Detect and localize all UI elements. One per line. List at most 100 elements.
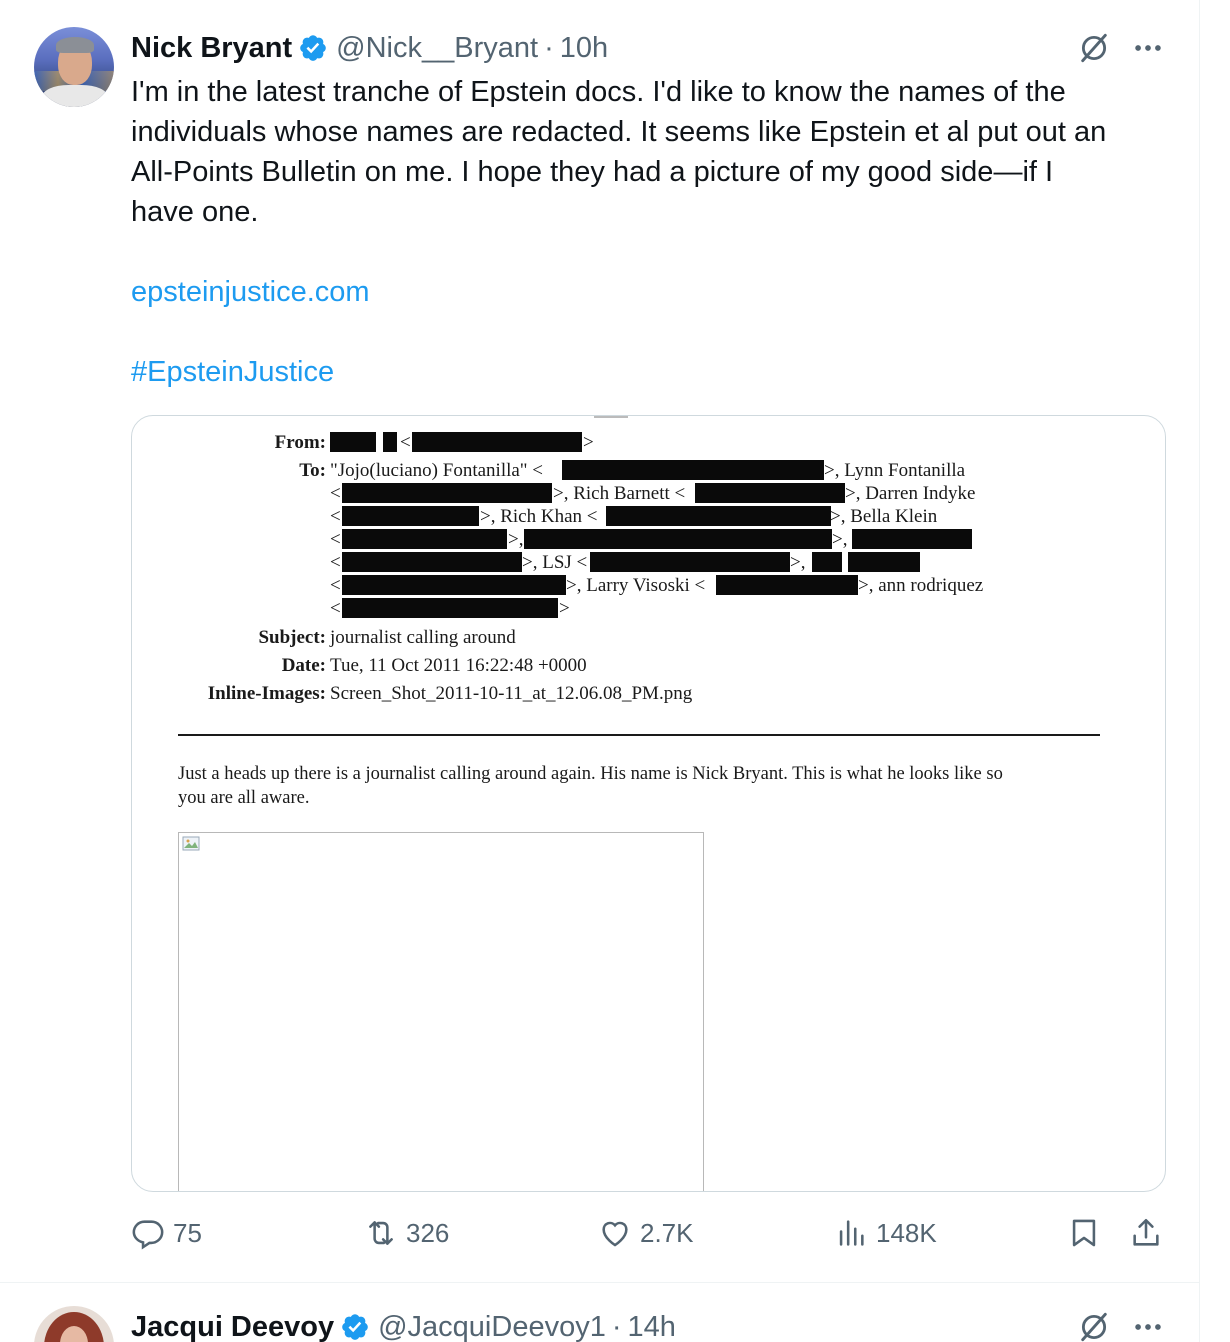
bookmark-button[interactable]	[1067, 1216, 1109, 1250]
tweet-header: Nick Bryant @Nick__Bryant · 10h	[131, 28, 608, 68]
share-button[interactable]	[1129, 1216, 1171, 1250]
doc-inline: Screen_Shot_2011-10-11_at_12.06.08_PM.pn…	[330, 683, 693, 704]
doc-subject-label: Subject:	[258, 627, 326, 648]
avatar-hair	[56, 37, 94, 53]
redaction-block	[342, 529, 507, 549]
link-row: epsteinjustice.com	[131, 272, 1181, 312]
like-button[interactable]: 2.7K	[598, 1216, 694, 1250]
doc-date-label: Date:	[281, 655, 326, 676]
doc-bracket: >	[583, 432, 594, 453]
doc-body-line: Just a heads up there is a journalist ca…	[178, 764, 1003, 784]
redaction-block	[383, 432, 397, 452]
doc-inline-label: Inline-Images:	[207, 683, 326, 704]
redaction-block	[342, 506, 479, 526]
redaction-block	[562, 460, 824, 480]
doc-punct: >,	[508, 529, 524, 550]
timestamp[interactable]: 14h	[628, 1311, 676, 1342]
doc-bracket: <	[330, 552, 341, 573]
repost-count: 326	[406, 1217, 450, 1248]
doc-edge-mark	[594, 416, 628, 418]
hashtag-row: #EpsteinJustice	[131, 352, 1181, 392]
author-handle[interactable]: @JacquiDeevoy1	[378, 1311, 606, 1342]
doc-recipient: >, LSJ <	[522, 552, 588, 573]
redaction-block	[412, 432, 582, 452]
redaction-block	[812, 552, 842, 572]
doc-recipient: >, Darren Indyke	[845, 483, 976, 504]
doc-bracket: <	[330, 529, 341, 550]
separator-dot: ·	[544, 31, 554, 64]
doc-subject: journalist calling around	[330, 627, 516, 648]
doc-bracket: <	[400, 432, 411, 453]
views-icon	[839, 1220, 864, 1246]
redaction-block	[342, 598, 558, 618]
views-button[interactable]: 148K	[834, 1216, 937, 1250]
tweet-text-line: All-Points Bulletin on me. I hope they h…	[131, 156, 1054, 188]
reply-count: 75	[173, 1217, 202, 1248]
avatar-shirt	[42, 85, 108, 107]
doc-punct: >,	[832, 529, 848, 550]
tweet-text-line: I'm in the latest tranche of Epstein doc…	[131, 76, 1066, 108]
redaction-block	[590, 552, 790, 572]
tweet-actions: 75 326 2.7K 148K	[131, 1216, 1171, 1260]
doc-recipient: >, Larry Visoski <	[566, 575, 706, 596]
redaction-block	[342, 552, 522, 572]
separator-dot: ·	[611, 1310, 622, 1342]
doc-from-label: From:	[274, 432, 326, 453]
email-document-image: From: < > To: "Jojo(luciano) Fontanilla"…	[132, 416, 1165, 1191]
tweet-header: Jacqui Deevoy @JacquiDeevoy1 · 14h	[131, 1307, 676, 1342]
doc-bracket: <	[330, 598, 341, 619]
redaction-block	[852, 529, 972, 549]
doc-punct: >,	[790, 552, 806, 573]
grok-icon[interactable]	[1077, 1310, 1111, 1342]
reply-icon	[132, 1220, 164, 1250]
redaction-block	[695, 483, 845, 503]
doc-bracket: <	[330, 575, 341, 596]
tweet-hashtag[interactable]: #EpsteinJustice	[131, 356, 334, 388]
redaction-block	[606, 506, 831, 526]
views-count: 148K	[876, 1217, 937, 1248]
redaction-block	[342, 483, 552, 503]
timestamp[interactable]: 10h	[560, 32, 608, 65]
broken-image-icon	[182, 836, 200, 851]
redaction-block	[716, 575, 858, 595]
doc-bracket: <	[330, 483, 341, 504]
doc-recipient: >, Bella Klein	[830, 506, 938, 527]
tweet-text-line: have one.	[131, 196, 259, 228]
author-name[interactable]: Jacqui Deevoy	[131, 1311, 334, 1342]
doc-bracket: <	[330, 506, 341, 527]
doc-recipient: >, Rich Barnett <	[553, 483, 686, 504]
share-icon	[1133, 1218, 1159, 1246]
grok-icon[interactable]	[1077, 31, 1111, 65]
author-name[interactable]: Nick Bryant	[131, 32, 292, 65]
doc-date: Tue, 11 Oct 2011 16:22:48 +0000	[330, 655, 587, 676]
doc-recipient: >, Rich Khan <	[480, 506, 598, 527]
tweet-nick-bryant[interactable]: Nick Bryant @Nick__Bryant · 10h I'm in t…	[0, 0, 1200, 1282]
more-icon[interactable]	[1131, 31, 1165, 65]
like-count: 2.7K	[640, 1217, 694, 1248]
redaction-block	[342, 575, 566, 595]
avatar[interactable]	[34, 1306, 114, 1342]
verified-badge-icon	[342, 1314, 368, 1340]
tweet-media[interactable]: From: < > To: "Jojo(luciano) Fontanilla"…	[131, 415, 1166, 1192]
tweet-jacqui-deevoy[interactable]: Jacqui Deevoy @JacquiDeevoy1 · 14h	[0, 1283, 1200, 1342]
doc-to-first: "Jojo(luciano) Fontanilla" <	[330, 460, 544, 481]
doc-inline-image-frame	[178, 832, 704, 1191]
redaction-block	[330, 432, 376, 452]
redaction-block	[524, 529, 832, 549]
doc-recipient: >, ann rodriquez	[858, 575, 984, 596]
doc-recipient: >, Lynn Fontanilla	[824, 460, 966, 481]
doc-divider	[178, 734, 1100, 736]
reply-button[interactable]: 75	[131, 1216, 202, 1250]
tweet-text: I'm in the latest tranche of Epstein doc…	[131, 72, 1181, 232]
verified-badge-icon	[300, 35, 326, 61]
like-icon	[602, 1221, 628, 1247]
bookmark-icon	[1072, 1219, 1096, 1247]
more-icon[interactable]	[1131, 1310, 1165, 1342]
doc-to-label: To:	[299, 460, 326, 481]
repost-button[interactable]: 326	[364, 1216, 449, 1250]
doc-bracket: >	[559, 598, 570, 619]
tweet-link[interactable]: epsteinjustice.com	[131, 276, 370, 308]
author-handle[interactable]: @Nick__Bryant	[336, 32, 538, 65]
repost-icon	[369, 1221, 393, 1245]
avatar[interactable]	[34, 27, 114, 107]
